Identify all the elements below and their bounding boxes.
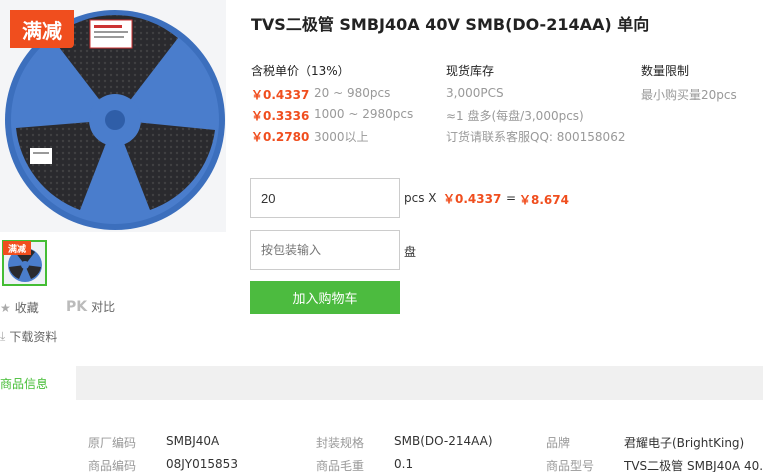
tab-bar bbox=[0, 366, 763, 400]
info-value: 08JY015853 bbox=[166, 457, 238, 471]
stock-reel-info: ≈1 盘多(每盘/3,000pcs) bbox=[446, 109, 584, 123]
price-header: 含税单价（13%） bbox=[251, 64, 350, 78]
tier-range: 1000 ~ 2980pcs bbox=[314, 107, 414, 121]
info-label: 商品型号 bbox=[546, 459, 595, 472]
info-value: SMBJ40A bbox=[166, 434, 220, 448]
stock-contact: 订货请联系客服QQ: 800158062 bbox=[446, 130, 626, 144]
info-label: 品牌 bbox=[546, 436, 571, 450]
pk-icon: PK bbox=[66, 298, 88, 315]
tier-range: 3000以上 bbox=[314, 130, 369, 144]
thumbnail-promo-badge: 满减 bbox=[3, 241, 31, 255]
unit-price: ￥0.4337 bbox=[443, 192, 502, 206]
info-label: 商品毛重 bbox=[316, 459, 365, 472]
tier-price: ￥0.4337 bbox=[251, 88, 310, 102]
promo-badge: 满减 bbox=[10, 10, 74, 48]
tier-range: 20 ~ 980pcs bbox=[314, 86, 391, 100]
total-price: ￥8.674 bbox=[519, 193, 569, 207]
favorite-label: 收藏 bbox=[14, 301, 39, 315]
download-icon: ⤓ bbox=[0, 329, 6, 343]
info-label: 商品编码 bbox=[88, 459, 137, 472]
pack-unit: 盘 bbox=[404, 245, 417, 259]
quantity-unit: pcs X bbox=[404, 191, 437, 205]
limit-header: 数量限制 bbox=[641, 64, 690, 78]
info-value: SMB(DO-214AA) bbox=[394, 434, 493, 448]
limit-min: 最小购买量20pcs bbox=[641, 88, 737, 102]
tier-price: ￥0.3336 bbox=[251, 109, 310, 123]
add-to-cart-button[interactable]: 加入购物车 bbox=[250, 281, 400, 314]
pack-input[interactable] bbox=[250, 230, 400, 270]
favorite-action[interactable]: ★ 收藏 bbox=[0, 299, 39, 316]
tier-price: ￥0.2780 bbox=[251, 130, 310, 144]
info-label: 封装规格 bbox=[316, 436, 365, 450]
product-title: TVS二极管 SMBJ40A 40V SMB(DO-214AA) 单向 bbox=[251, 15, 650, 34]
quantity-input[interactable] bbox=[250, 178, 400, 218]
info-label: 原厂编码 bbox=[88, 436, 137, 450]
stock-header: 现货库存 bbox=[446, 64, 495, 78]
compare-label: 对比 bbox=[91, 300, 116, 314]
tab-product-info[interactable]: 商品信息 bbox=[0, 366, 76, 400]
stock-quantity: 3,000PCS bbox=[446, 86, 504, 100]
equals-sign: = bbox=[506, 191, 517, 205]
compare-action[interactable]: PK 对比 bbox=[66, 298, 115, 315]
info-value: TVS二极管 SMBJ40A 40... bbox=[624, 459, 763, 472]
download-label: 下载资料 bbox=[9, 330, 58, 344]
download-action[interactable]: ⤓ 下载资料 bbox=[0, 328, 57, 345]
info-value: 君耀电子(BrightKing) bbox=[624, 436, 745, 450]
star-icon: ★ bbox=[0, 300, 11, 315]
info-value: 0.1 bbox=[394, 457, 414, 471]
